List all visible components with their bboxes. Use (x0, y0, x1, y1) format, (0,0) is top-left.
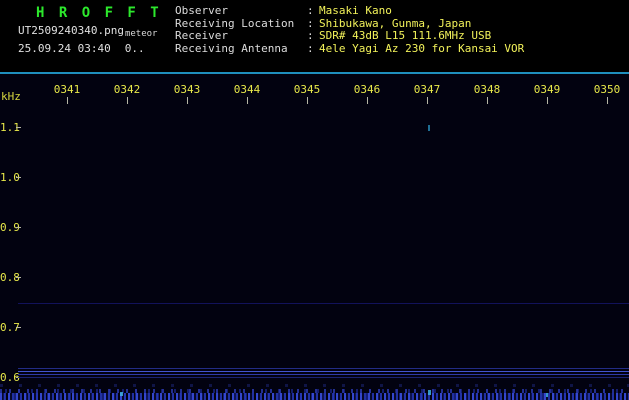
date-line: 25.09.24 03:40 0.. (18, 42, 145, 55)
x-tick-label: 0343 (173, 83, 201, 96)
x-tick-label: 0341 (53, 83, 81, 96)
meteor-echo-mark (428, 125, 430, 131)
info-row: Receiver : SDR# 43dB L15 111.6MHz USB (175, 29, 524, 43)
info-row: Receiving Antenna : 4ele Yagi Az 230 for… (175, 41, 525, 56)
x-tick-mark (367, 97, 368, 104)
noise-speck (428, 390, 431, 395)
x-tick-label: 0349 (533, 83, 561, 96)
info-separator: : (307, 29, 314, 42)
x-tick-mark (187, 97, 188, 104)
noise-speck (120, 392, 123, 396)
y-tick-label: 1.0 (0, 171, 20, 184)
x-tick-mark (547, 97, 548, 104)
info-label: Receiving Antenna (175, 41, 288, 55)
carrier-line (18, 374, 629, 375)
info-value: 4ele Yagi Az 230 for Kansai VOR (319, 41, 525, 55)
x-tick-label: 0342 (113, 83, 141, 96)
faint-carrier-line (18, 303, 629, 304)
y-tick-label: 0.9 (0, 221, 20, 234)
info-value: Masaki Kano (319, 4, 392, 17)
y-tick-label: 1.1 (0, 121, 20, 134)
spectrogram-plot-area: kHz 0341 0342 0343 0344 0345 0346 0347 0… (0, 74, 629, 400)
x-tick-mark (247, 97, 248, 104)
info-row: Observer : Masaki Kano (175, 4, 524, 18)
carrier-line (18, 377, 629, 378)
x-tick-mark (307, 97, 308, 104)
info-value: SDR# 43dB L15 111.6MHz USB (319, 29, 492, 42)
datetime-label: 25.09.24 03:40 (18, 42, 111, 55)
info-separator: : (307, 4, 314, 17)
station-info: Observer : Masaki Kano Receiving Locatio… (175, 4, 525, 56)
y-axis-unit-label: kHz (1, 90, 21, 103)
y-tick-label: 0.8 (0, 271, 20, 284)
y-tick-mark (16, 127, 21, 128)
progress-counter: 0.. (124, 42, 145, 55)
x-tick-mark (127, 97, 128, 104)
file-line: UT2509240340.pngmeteor (18, 24, 158, 39)
y-tick-label: 0.6 (0, 371, 20, 384)
x-tick-label: 0344 (233, 83, 261, 96)
y-tick-label: 0.7 (0, 321, 20, 334)
x-tick-label: 0347 (413, 83, 441, 96)
info-label: Receiver (175, 29, 228, 42)
x-tick-label: 0350 (593, 83, 621, 96)
info-separator: : (307, 41, 314, 55)
x-tick-label: 0348 (473, 83, 501, 96)
noise-band (0, 393, 629, 400)
x-tick-mark (67, 97, 68, 104)
y-tick-mark (16, 177, 21, 178)
x-tick-label: 0346 (353, 83, 381, 96)
noise-speck (546, 393, 548, 397)
noise-band (0, 384, 629, 387)
output-filename: UT2509240340.png (18, 24, 124, 37)
x-tick-label: 0345 (293, 83, 321, 96)
hrofft-screen: H R O F F T UT2509240340.pngmeteor 25.09… (0, 0, 629, 400)
y-tick-mark (16, 277, 21, 278)
x-tick-mark (487, 97, 488, 104)
carrier-line (18, 371, 629, 372)
y-tick-mark (16, 227, 21, 228)
mode-label: meteor (124, 29, 158, 39)
info-label: Observer (175, 4, 228, 17)
app-title: H R O F F T (36, 5, 162, 21)
carrier-line (18, 368, 629, 369)
x-tick-mark (607, 97, 608, 104)
x-tick-mark (427, 97, 428, 104)
y-tick-mark (16, 327, 21, 328)
